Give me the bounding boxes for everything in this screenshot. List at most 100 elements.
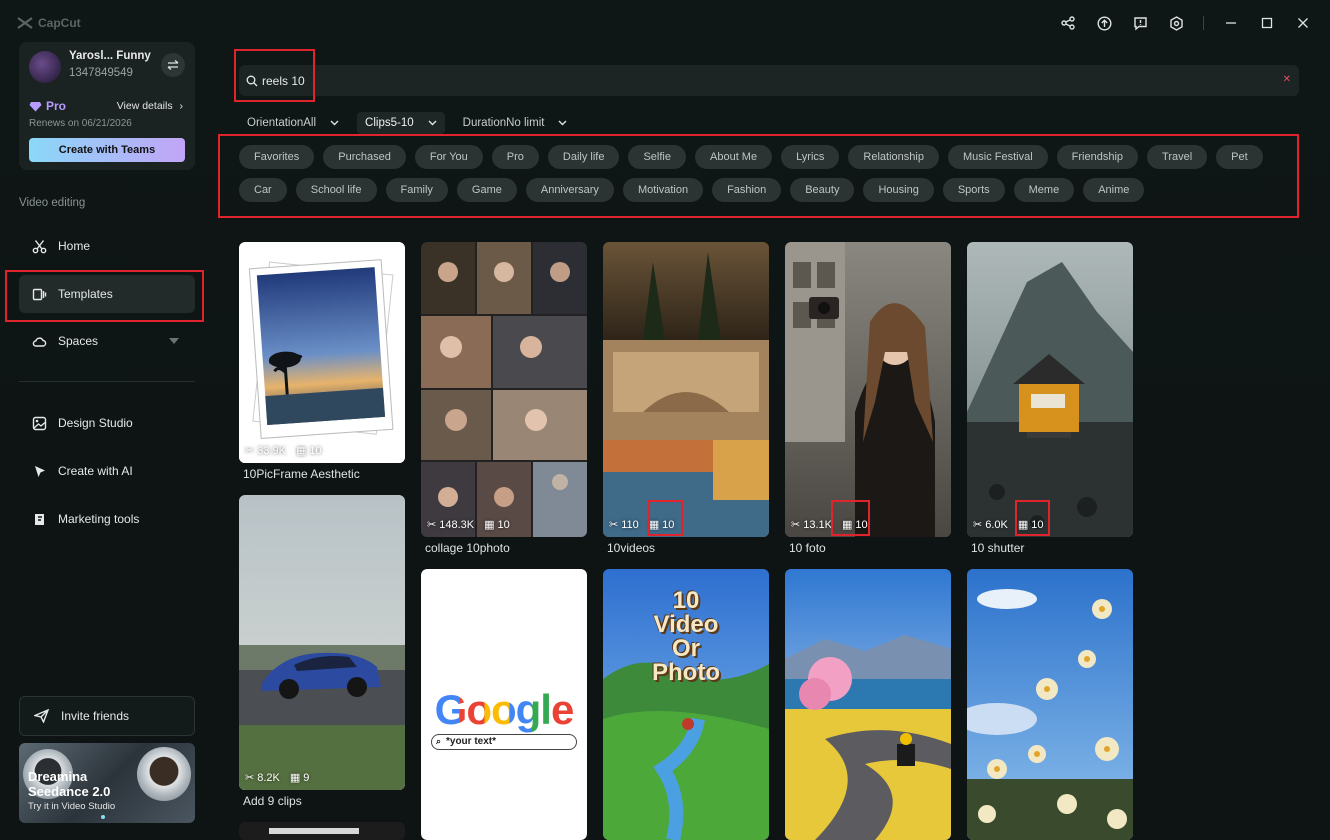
renewal-date: Renews on 06/21/2026 [29,118,132,129]
template-card[interactable]: ✂ 110 ▦ 10 10videos [603,242,769,557]
dreamina-promo-banner[interactable]: Dreamina Seedance 2.0 Try it in Video Stu… [19,743,195,823]
feedback-icon[interactable] [1131,14,1149,32]
category-chip[interactable]: Daily life [547,145,620,169]
google-logo-image: Google [421,686,587,734]
template-card[interactable] [239,822,405,840]
minimize-icon[interactable] [1222,14,1240,32]
sidebar-item-marketing-tools[interactable]: Marketing tools [19,500,195,538]
poster-text: 10 Video Or Photo [603,589,769,685]
category-chip[interactable]: Anniversary [525,178,614,202]
yellow-house-mountain-image [967,242,1133,537]
category-chip[interactable]: About Me [695,145,773,169]
sidebar-item-spaces[interactable]: Spaces [19,322,195,360]
orientation-filter[interactable]: Orientation All [239,112,347,134]
blue-car-image [239,495,405,790]
marketing-icon [35,513,44,525]
template-thumbnail: ✂ 13.1K ▦ 10 [785,242,951,537]
scooter-road-image [785,569,951,840]
italy-collage-image [603,242,769,537]
template-title: 10videos [607,541,656,555]
category-chip[interactable]: Pro [491,145,539,169]
category-chip[interactable]: Travel [1147,145,1208,169]
swap-icon [167,60,179,70]
category-chip[interactable]: Selfie [628,145,686,169]
template-card[interactable]: 10 Video Or Photo [603,569,769,840]
category-chip[interactable]: School life [295,178,377,202]
category-chip[interactable]: Pet [1216,145,1263,169]
app-window: CapCut Yarosl... Funny 1347849549 Pro Vi… [0,0,1330,840]
template-card[interactable]: ✂ 8.2K ▦ 9 Add 9 clips [239,495,405,810]
template-card[interactable]: ✂ 148.3K ▦ 10 collage 10photo [421,242,587,557]
category-chip[interactable]: Family [385,178,448,202]
category-chip[interactable]: Fashion [712,178,782,202]
category-chip[interactable]: Sports [942,178,1005,202]
category-chip[interactable]: Music Festival [947,145,1048,169]
template-thumbnail [785,569,951,840]
sidebar-item-home[interactable]: Home [19,227,195,265]
settings-icon[interactable] [1167,14,1185,32]
template-card[interactable] [785,569,951,840]
template-stats: ✂ 110 ▦ 10 [609,518,675,532]
close-icon[interactable] [1294,14,1312,32]
template-card[interactable]: ✂ 33.9K ▦ 10 10PicFrame Aesthetic [239,242,405,482]
template-thumbnail: ✂ 33.9K ▦ 10 [239,242,405,463]
category-chip[interactable]: Car [239,178,287,202]
category-chip[interactable]: Motivation [622,178,704,202]
plan-label: Pro [46,99,67,113]
photo-frame-stack-image [239,242,405,463]
clips-icon: ▦ [1017,519,1029,531]
poster-line: Photo [652,659,720,686]
avatar[interactable] [29,51,61,83]
category-chip[interactable]: Favorites [239,145,315,169]
template-thumbnail: 10 Video Or Photo [603,569,769,840]
clips-icon: ▦ [289,772,301,784]
search-bar[interactable]: ✕ [239,65,1299,96]
switch-account-button[interactable] [161,53,185,77]
category-chip[interactable]: Anime [1083,178,1145,202]
invite-friends-button[interactable]: Invite friends [19,696,195,736]
template-card[interactable]: ✂ 6.0K ▦ 10 10 shutter [967,242,1133,557]
template-stats: ✂ 6.0K ▦ 10 [973,518,1044,532]
sidebar-item-templates[interactable]: Templates [19,275,195,313]
category-chip[interactable]: Game [456,178,517,202]
upload-icon[interactable] [1095,14,1113,32]
app-name: CapCut [38,16,81,30]
duration-filter[interactable]: Duration No limit [455,112,576,134]
category-chip[interactable]: Housing [863,178,934,202]
uses-count: 33.9K [257,444,286,457]
section-label-video-editing: Video editing [19,197,86,209]
maximize-icon[interactable] [1258,14,1276,32]
template-title: collage 10photo [425,541,510,555]
category-chip[interactable]: Meme [1013,178,1075,202]
share-icon[interactable] [1059,14,1077,32]
sidebar-item-create-with-ai[interactable]: Create with AI [19,452,195,490]
clips-filter[interactable]: Clips 5-10 [357,112,445,134]
view-details-link[interactable]: View details › [117,100,183,112]
photo-collage-image [421,242,587,537]
clips-count: 10 [662,518,675,531]
uses-icon: ✂ [791,519,801,531]
window-controls [1059,14,1312,32]
template-card[interactable]: ✂ 13.1K ▦ 10 10 foto [785,242,951,557]
sidebar-item-label: Marketing tools [58,512,140,526]
filter-label: Duration [462,117,507,129]
uses-icon: ✂ [609,519,619,531]
search-input[interactable] [262,73,1162,88]
clips-icon: ▦ [484,519,495,531]
template-card[interactable] [967,569,1133,840]
category-chip[interactable]: Friendship [1056,145,1139,169]
caret-down-icon[interactable] [169,338,179,344]
template-thumbnail: ✂ 110 ▦ 10 [603,242,769,537]
category-chip[interactable]: Relationship [848,145,939,169]
category-chip[interactable]: Beauty [790,178,855,202]
category-chip[interactable]: Lyrics [781,145,840,169]
template-card[interactable]: Google ⌕ *your text* [421,569,587,840]
category-chip[interactable]: For You [414,145,483,169]
carousel-dot[interactable] [101,815,105,819]
chevron-down-icon [330,120,339,126]
clear-search-icon[interactable]: ✕ [1283,74,1291,85]
create-with-teams-button[interactable]: Create with Teams [29,138,185,162]
uses-icon: ✂ [427,519,437,531]
sidebar-item-design-studio[interactable]: Design Studio [19,404,195,442]
category-chip[interactable]: Purchased [323,145,406,169]
